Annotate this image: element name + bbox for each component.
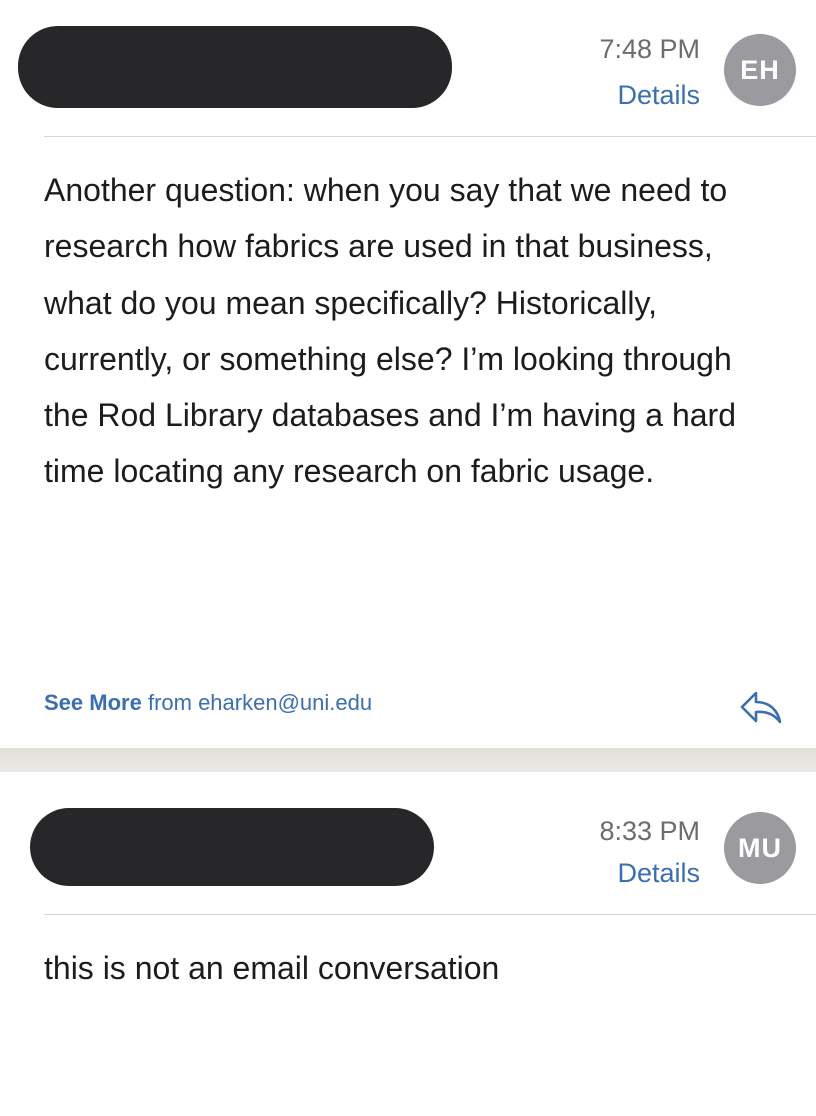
redacted-sender-bar bbox=[30, 808, 434, 886]
avatar[interactable]: EH bbox=[724, 34, 796, 106]
message-card-1: 7:48 PM Details EH Another question: whe… bbox=[0, 0, 816, 748]
message-time: 7:48 PM bbox=[599, 34, 700, 64]
message-body: Another question: when you say that we n… bbox=[44, 172, 736, 490]
see-more-footer[interactable]: See More from eharken@uni.edu bbox=[44, 690, 372, 716]
see-more-link[interactable]: See More bbox=[44, 690, 142, 715]
redacted-sender-bar bbox=[18, 26, 452, 108]
header-divider bbox=[44, 914, 816, 915]
message-separator bbox=[0, 748, 816, 772]
header-divider bbox=[44, 136, 816, 137]
avatar[interactable]: MU bbox=[724, 812, 796, 884]
message-card-2: 8:33 PM Details MU this is not an email … bbox=[0, 772, 816, 1116]
reply-arrow-icon[interactable] bbox=[738, 690, 784, 726]
details-link[interactable]: Details bbox=[617, 858, 700, 889]
message-body: this is not an email conversation bbox=[44, 950, 500, 986]
from-address: from eharken@uni.edu bbox=[147, 690, 373, 715]
message-time: 8:33 PM bbox=[599, 816, 700, 846]
details-link[interactable]: Details bbox=[617, 80, 700, 111]
